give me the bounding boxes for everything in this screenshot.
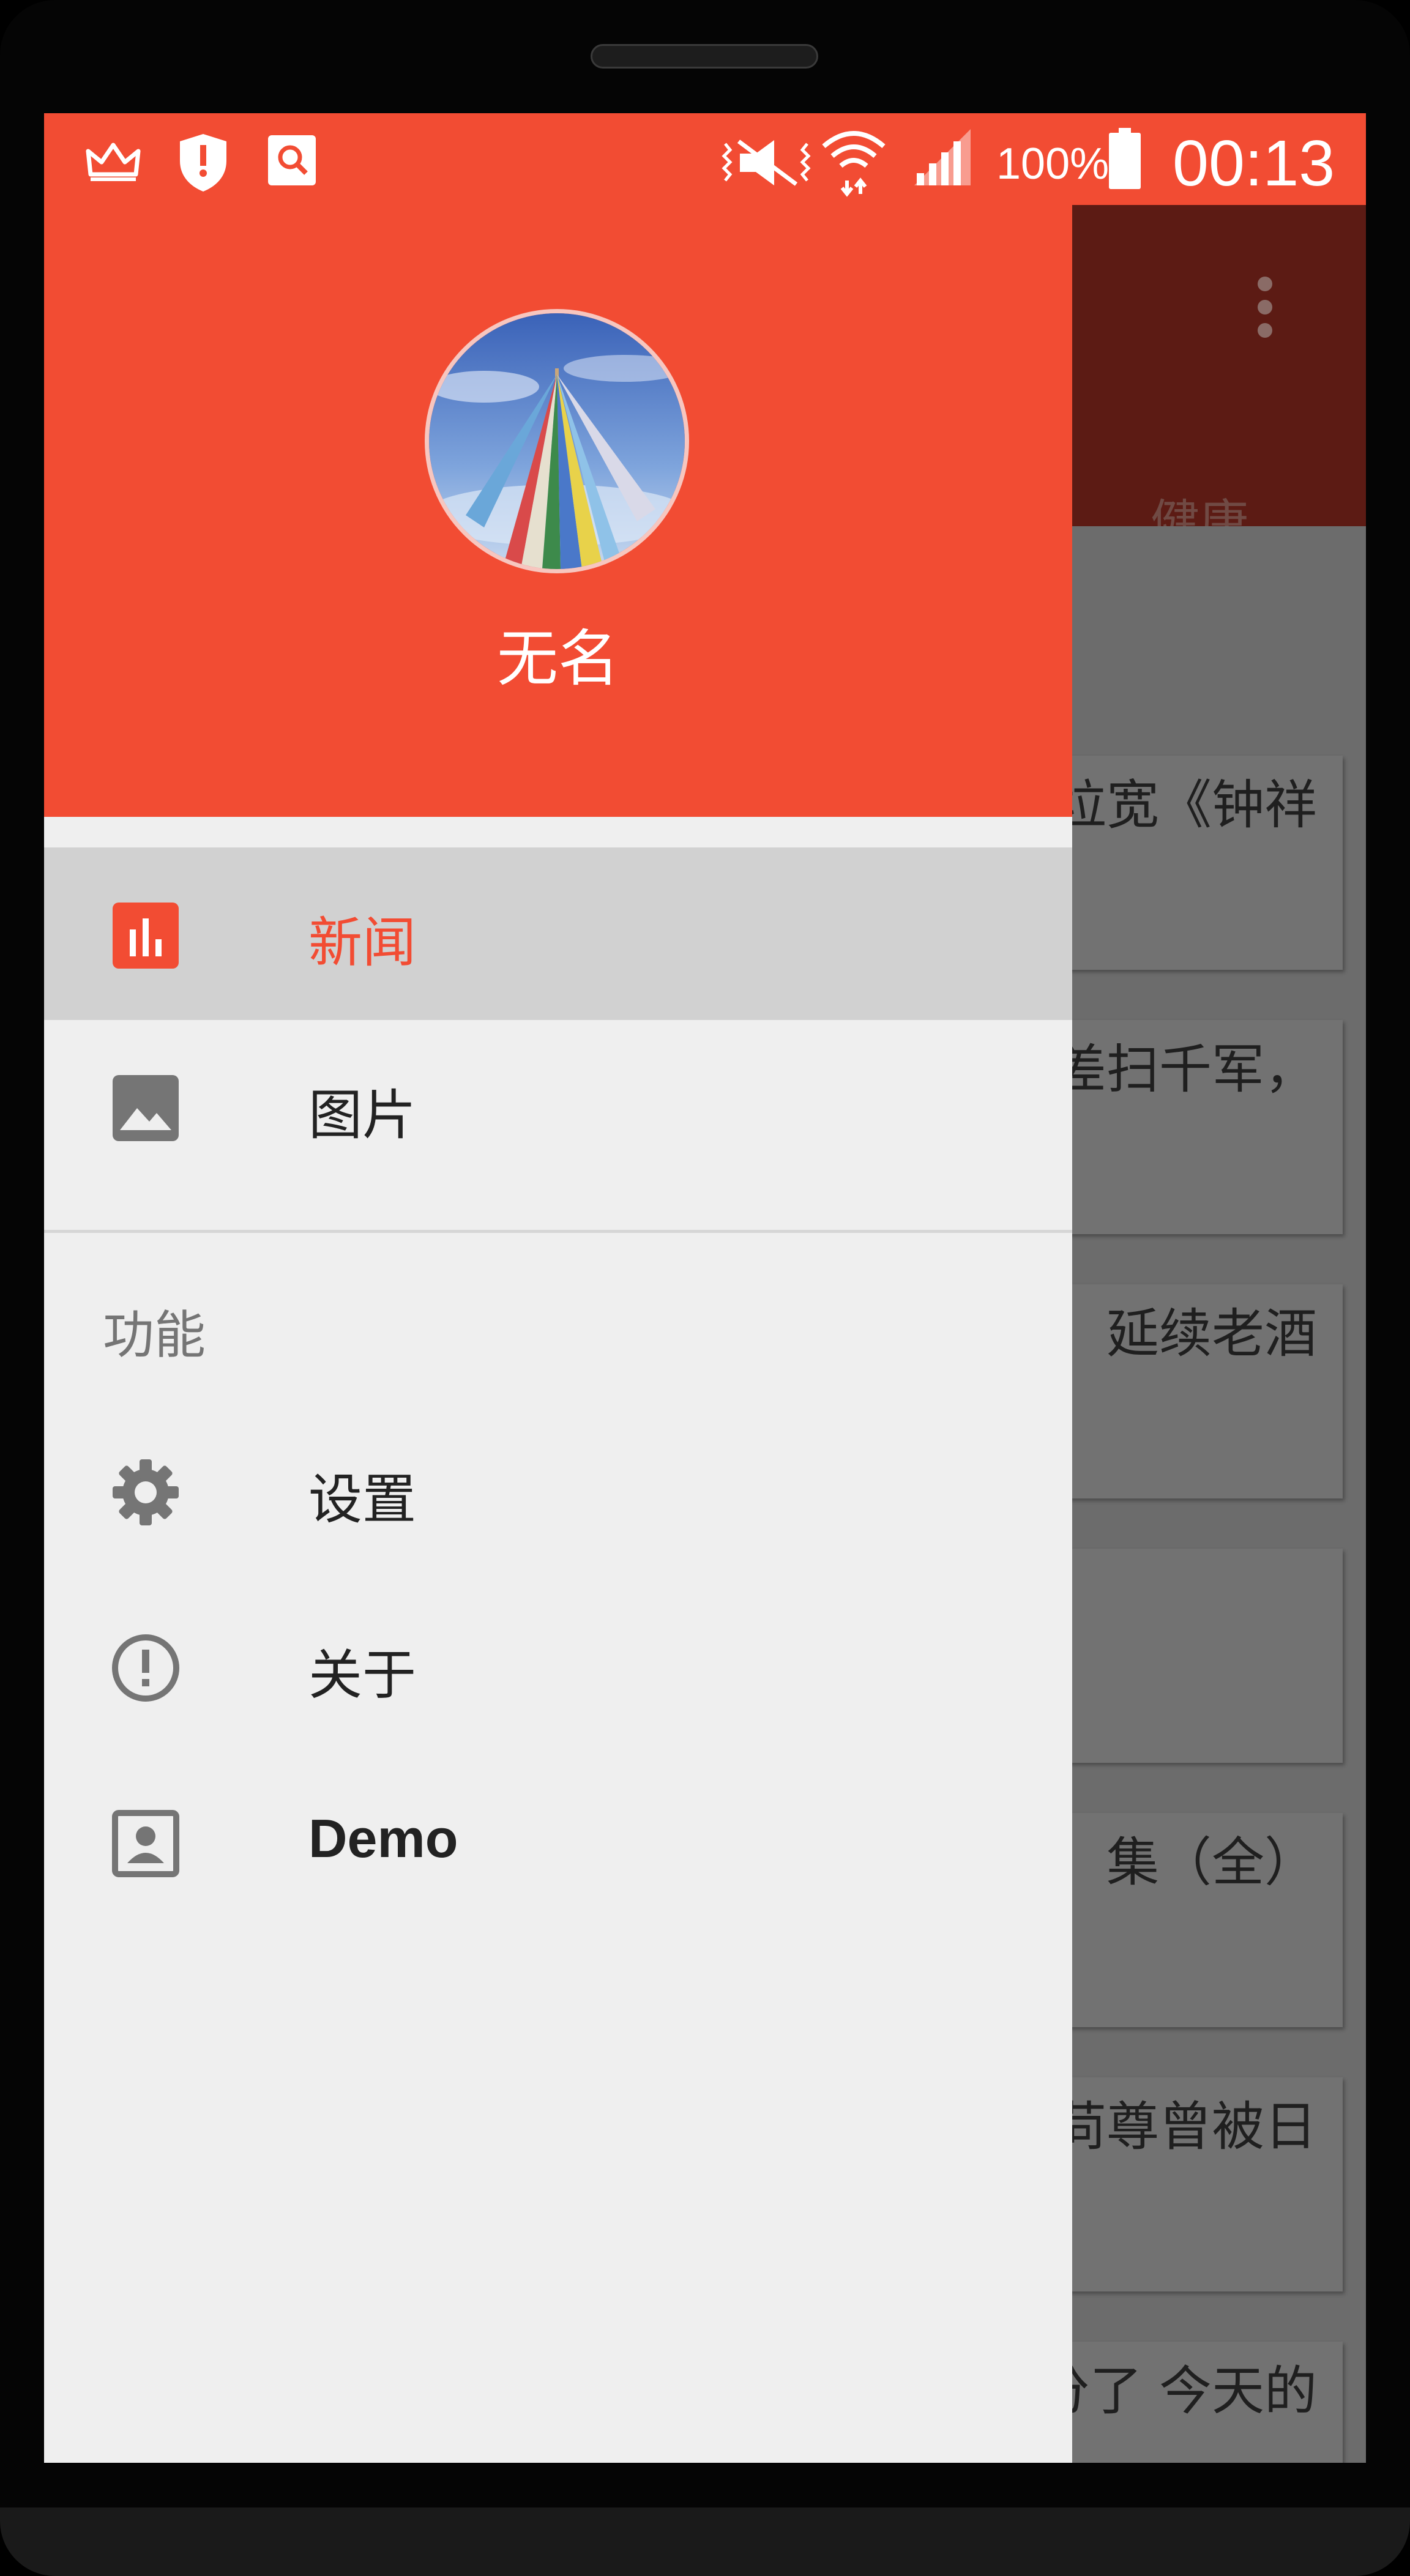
more-options-icon[interactable]	[1256, 275, 1274, 340]
avatar-image	[429, 313, 685, 569]
navigation-drawer: 无名 新闻 图片 功能 设置 关于 Demo	[44, 205, 1072, 2463]
user-name: 无名	[497, 623, 619, 694]
search-app-icon	[268, 135, 316, 185]
status-bar: 100% 00:13	[44, 113, 1366, 205]
section-title: 功能	[103, 1305, 206, 1365]
drawer-item-label: 新闻	[308, 911, 417, 974]
drawer-item-about[interactable]: 关于	[44, 1580, 1072, 1752]
battery-icon	[1109, 128, 1141, 189]
drawer-item-settings[interactable]: 设置	[44, 1404, 1072, 1577]
drawer-item-demo[interactable]: Demo	[44, 1755, 1072, 1928]
wifi-icon	[822, 131, 886, 197]
image-icon	[113, 1075, 179, 1141]
drawer-item-label: Demo	[308, 1808, 458, 1869]
drawer-item-label: 关于	[308, 1644, 417, 1707]
battery-percent: 100%	[996, 140, 1110, 188]
avatar[interactable]	[425, 309, 689, 573]
drawer-item-news[interactable]: 新闻	[44, 847, 1072, 1020]
divider	[44, 1230, 1072, 1233]
device-frame: 100% 00:13 健康 垃宽《钟祥 差扫千军， 延续老酒 集（全） 苘尊曾被…	[0, 0, 1410, 2576]
drawer-header: 无名	[44, 205, 1072, 817]
clock: 00:13	[1173, 127, 1335, 199]
drawer-item-images[interactable]: 图片	[44, 1020, 1072, 1193]
vibrate-icon	[722, 140, 811, 186]
drawer-item-label: 图片	[308, 1084, 417, 1147]
bottom-bezel	[0, 2507, 1410, 2576]
contact-icon	[112, 1810, 179, 1877]
earpiece-speaker	[591, 44, 818, 69]
bar-chart-icon	[113, 903, 179, 969]
shield-icon	[180, 134, 226, 192]
gear-icon	[113, 1459, 179, 1525]
drawer-item-label: 设置	[308, 1468, 417, 1531]
crown-icon	[86, 143, 141, 181]
info-icon	[112, 1634, 179, 1702]
signal-icon	[914, 129, 971, 185]
screen: 100% 00:13 健康 垃宽《钟祥 差扫千军， 延续老酒 集（全） 苘尊曾被…	[44, 113, 1366, 2463]
